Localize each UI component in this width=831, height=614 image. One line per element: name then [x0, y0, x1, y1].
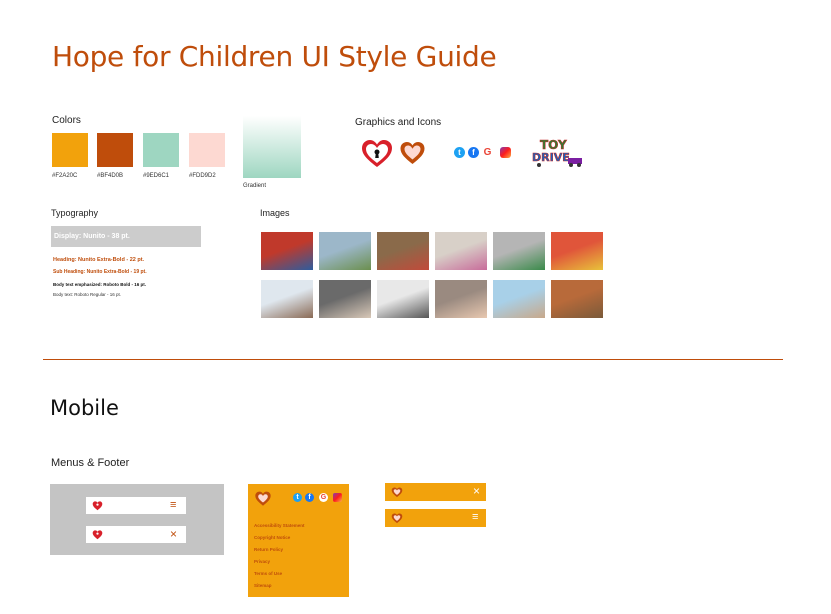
heart-keyhole-icon [362, 140, 392, 167]
toys-pile-photo [551, 232, 603, 270]
mobile-nav-closed: ≡ [385, 509, 486, 527]
child-superhero-photo [261, 232, 313, 270]
mobile-menu-mockups [50, 484, 224, 555]
handshake-photo [261, 280, 313, 318]
kids-jumping-photo [493, 280, 545, 318]
footer-link-copyright[interactable]: Copyright Notice [254, 535, 290, 540]
twitter-icon[interactable]: t [293, 493, 302, 502]
body-sample: Body text: Roboto Regular - 16 pt. [53, 292, 122, 297]
swatch-code: #9ED6C1 [143, 173, 170, 179]
mobile-nav-open: × [385, 483, 486, 501]
heart-outline-icon [400, 142, 425, 164]
swatch-pink [189, 133, 225, 167]
child-playing-photo [435, 232, 487, 270]
swatch-mint [143, 133, 179, 167]
mobile-title: Mobile [50, 396, 119, 420]
display-sample: Display: Nunito - 38 pt. [54, 233, 130, 240]
mobile-header-open: × [86, 526, 186, 543]
google-icon[interactable]: G [319, 493, 328, 502]
typography-label: Typography [51, 208, 99, 218]
swatch-orange [52, 133, 88, 167]
bw-children-photo [377, 280, 429, 318]
body-emph-sample: Body text emphasized: Roboto Bold - 16 p… [53, 282, 147, 287]
facebook-icon[interactable]: f [305, 493, 314, 502]
helping-hands-photo [319, 280, 371, 318]
heart-logo-icon [391, 487, 403, 498]
gradient-label: Gradient [243, 183, 267, 189]
swatch-code: #BF4D0B [97, 173, 124, 179]
volunteers-food-photo [377, 232, 429, 270]
svg-text:TOY: TOY [540, 138, 567, 152]
hamburger-icon[interactable]: ≡ [472, 512, 478, 523]
autumn-kids-photo [551, 280, 603, 318]
graphics-label: Graphics and Icons [355, 117, 442, 128]
open-hands-photo [435, 280, 487, 318]
colors-label: Colors [52, 115, 81, 126]
section-divider [43, 359, 783, 360]
subheading-sample: Sub Heading: Nunito Extra-Bold - 19 pt. [53, 269, 147, 275]
child-mask-photo [493, 232, 545, 270]
heart-logo-icon [92, 530, 103, 540]
footer-link-accessibility[interactable]: Accessibility Statement [254, 523, 305, 528]
menus-footer-label: Menus & Footer [51, 457, 130, 469]
mobile-header-closed: ≡ [86, 497, 186, 514]
swatch-code: #F2A20C [52, 173, 78, 179]
gradient-swatch [243, 116, 301, 178]
facebook-icon: f [468, 147, 479, 158]
footer-link-return-policy[interactable]: Return Policy [254, 547, 283, 552]
footer-link-sitemap[interactable]: Sitemap [254, 583, 272, 588]
swatch-code: #FDD9D2 [189, 173, 216, 179]
family-field-photo [319, 232, 371, 270]
images-label: Images [260, 208, 290, 218]
heart-logo-icon [92, 501, 103, 511]
heart-logo-icon [391, 513, 403, 524]
footer-link-terms[interactable]: Terms of Use [254, 571, 282, 576]
footer-heart-logo-icon [255, 491, 271, 506]
google-icon: G [482, 147, 493, 158]
page-title: Hope for Children UI Style Guide [52, 40, 497, 73]
hamburger-icon[interactable]: ≡ [170, 500, 176, 511]
close-icon[interactable]: × [170, 528, 177, 540]
instagram-icon [500, 147, 511, 158]
footer-link-privacy[interactable]: Privacy [254, 559, 270, 564]
swatch-rust [97, 133, 133, 167]
close-icon[interactable]: × [473, 485, 480, 497]
svg-text:DRIVE: DRIVE [532, 151, 570, 164]
heading-sample: Heading: Nunito Extra-Bold - 22 pt. [53, 257, 145, 263]
twitter-icon: t [454, 147, 465, 158]
toy-drive-logo: TOY DRIVE [532, 138, 582, 167]
instagram-icon[interactable] [333, 493, 342, 502]
